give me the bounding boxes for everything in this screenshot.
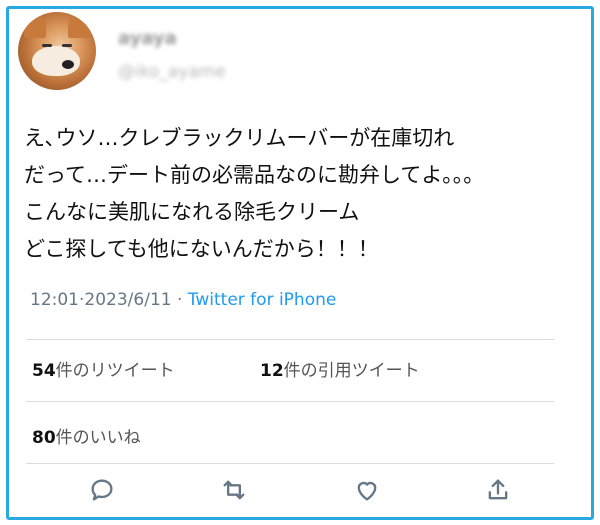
retweet-icon xyxy=(223,480,245,500)
tweet-line: どこ探しても他にないんだから！！！ xyxy=(24,237,379,261)
divider xyxy=(26,339,554,340)
tweet-date[interactable]: 2023/6/11 xyxy=(84,290,171,310)
user-handle[interactable]: @iko_ayame xyxy=(118,62,226,82)
avatar-ear xyxy=(68,16,90,38)
meta-separator: · xyxy=(176,290,183,310)
divider xyxy=(26,463,554,464)
quotes-count: 12 xyxy=(260,361,284,381)
user-name[interactable]: ayaya xyxy=(118,28,177,49)
avatar-nose xyxy=(62,60,74,69)
tweet-time[interactable]: 12:01 xyxy=(30,290,79,310)
tweet-source-link[interactable]: Twitter for iPhone xyxy=(188,290,337,310)
likes-count: 80 xyxy=(32,428,56,448)
avatar-eye xyxy=(42,44,52,47)
share-icon xyxy=(488,479,508,500)
tweet-text: え､ウソ…クレブラックリムーバーが在庫切れ だって…デート前の必需品なのに勘弁し… xyxy=(24,120,564,268)
retweets-stat[interactable]: 54件のリツイート xyxy=(32,356,175,381)
retweets-count: 54 xyxy=(32,361,56,381)
action-bar xyxy=(0,470,600,514)
tweet-line: え､ウソ…クレブラックリムーバーが在庫切れ xyxy=(24,126,455,150)
quotes-stat[interactable]: 12件の引用ツイート xyxy=(260,356,420,381)
reply-button[interactable] xyxy=(82,470,122,510)
tweet-line: だって…デート前の必需品なのに勘弁してよ｡｡｡ xyxy=(24,163,474,187)
likes-label: 件のいいね xyxy=(55,428,141,448)
quotes-label: 件の引用ツイート xyxy=(283,361,420,381)
like-icon xyxy=(357,481,377,501)
avatar-eye xyxy=(62,44,72,47)
share-button[interactable] xyxy=(478,470,518,510)
tweet-meta: 12:01·2023/6/11 · Twitter for iPhone xyxy=(30,290,336,310)
retweet-button[interactable] xyxy=(214,470,254,510)
divider xyxy=(26,401,554,402)
likes-stat[interactable]: 80件のいいね xyxy=(32,423,141,448)
like-button[interactable] xyxy=(347,470,387,510)
tweet-line: こんなに美肌になれる除毛クリーム xyxy=(24,200,360,224)
avatar[interactable] xyxy=(18,12,96,90)
avatar-ear xyxy=(24,16,46,38)
retweets-label: 件のリツイート xyxy=(55,361,175,381)
reply-icon xyxy=(91,479,113,501)
